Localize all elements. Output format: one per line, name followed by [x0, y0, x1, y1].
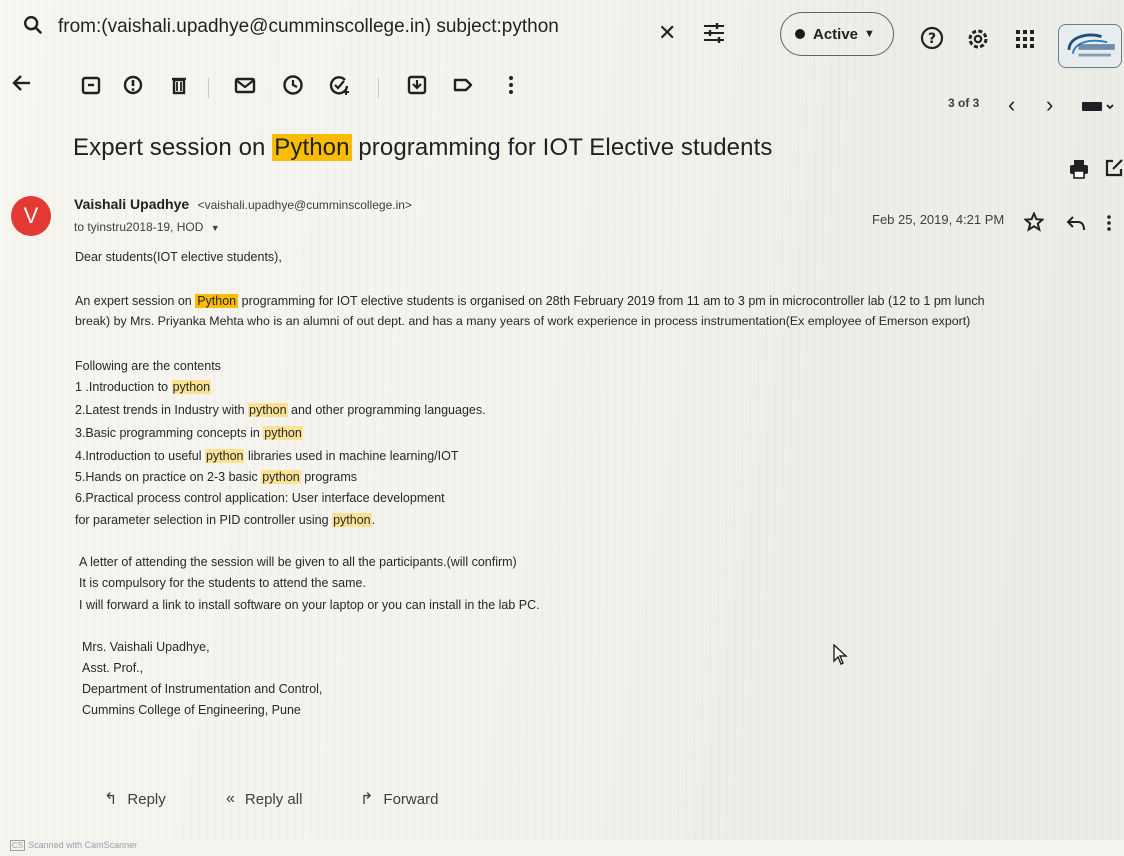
email-paragraph: An expert session on Python programming … [75, 294, 985, 308]
list-item: for parameter selection in PID controlle… [75, 513, 376, 527]
open-in-new-window-icon[interactable] [1104, 158, 1124, 178]
email-date: Feb 25, 2019, 4:21 PM [872, 212, 1005, 227]
body-text: programming for IOT elective students is… [238, 294, 985, 308]
search-options-icon[interactable] [702, 22, 726, 44]
print-icon[interactable] [1068, 158, 1090, 180]
search-input[interactable]: from:(vaishali.upadhye@cumminscollege.in… [58, 16, 559, 38]
sender-email: <vaishali.upadhye@cumminscollege.in> [197, 198, 412, 212]
email-paragraph-line2: break) by Mrs. Priyanka Mehta who is an … [75, 314, 971, 328]
archive-icon[interactable] [78, 72, 104, 98]
body-text: An expert session on [75, 294, 196, 308]
mark-unread-icon[interactable] [232, 72, 258, 98]
message-counter: 3 of 3 [948, 96, 980, 110]
signature-line: Asst. Prof., [82, 661, 144, 675]
chevron-right-icon[interactable]: › [1046, 92, 1053, 118]
search-highlight: python [171, 380, 212, 394]
caret-down-icon: ▼ [210, 223, 220, 233]
label-icon[interactable] [450, 72, 476, 98]
signature-line: Mrs. Vaishali Upadhye, [82, 640, 210, 654]
move-to-icon[interactable] [404, 72, 430, 98]
search-highlight: python [261, 470, 301, 484]
reply-icon: ↰ [104, 791, 118, 808]
body-note: I will forward a link to install softwar… [79, 598, 540, 612]
reply-icon[interactable] [1066, 214, 1086, 232]
reply-button[interactable]: ↰ Reply [104, 782, 166, 816]
clear-search-icon[interactable]: ✕ [658, 22, 676, 44]
reply-label: Reply [127, 790, 166, 808]
signature-line: Cummins College of Engineering, Pune [82, 703, 301, 717]
search-highlight: python [204, 449, 245, 463]
add-task-icon[interactable] [326, 72, 352, 98]
forward-label: Forward [383, 790, 439, 808]
forward-icon: ↱ [360, 791, 374, 808]
list-item: 4.Introduction to useful python librarie… [75, 449, 459, 463]
reply-all-icon: « [226, 790, 235, 807]
chevron-left-icon[interactable]: ‹ [1008, 92, 1015, 118]
toolbar-divider [378, 78, 379, 98]
search-highlight: python [248, 403, 288, 417]
status-dot-icon [795, 29, 805, 39]
status-dropdown[interactable]: Active ▼ [780, 12, 894, 56]
list-item: 2.Latest trends in Industry with python … [75, 403, 486, 417]
sender-avatar[interactable]: V [11, 196, 51, 236]
search-highlight: python [263, 426, 303, 440]
apps-grid-icon[interactable] [1014, 28, 1036, 50]
list-item: 5.Hands on practice on 2-3 basic python … [75, 470, 358, 484]
forward-button[interactable]: ↱ Forward [360, 782, 438, 816]
watermark-text: Scanned with CamScanner [28, 840, 138, 850]
toolbar-divider [208, 78, 209, 98]
help-icon[interactable]: ? [920, 26, 944, 50]
list-item: 3.Basic programming concepts in python [75, 426, 303, 440]
star-icon[interactable] [1024, 212, 1044, 232]
search-icon[interactable] [22, 14, 44, 36]
email-subject: Expert session on Python programming for… [73, 134, 772, 162]
gmail-page: from:(vaishali.upadhye@cumminscollege.in… [0, 0, 1124, 840]
sender-info: Vaishali Upadhye <vaishali.upadhye@cummi… [74, 196, 412, 214]
search-highlight: Python [195, 294, 239, 308]
status-label: Active [813, 25, 859, 43]
organization-logo[interactable] [1058, 24, 1122, 68]
subject-text: Expert session on [73, 134, 273, 161]
reply-all-button[interactable]: « Reply all [226, 782, 302, 816]
report-spam-icon[interactable] [120, 72, 146, 98]
watermark-badge: CS [10, 840, 26, 851]
contents-heading: Following are the contents [75, 359, 221, 373]
search-highlight: python [332, 513, 372, 527]
search-bar[interactable]: from:(vaishali.upadhye@cumminscollege.in… [0, 6, 1124, 56]
more-options-icon[interactable] [498, 72, 524, 98]
recipients-text: to tyinstru2018-19, HOD [74, 220, 204, 234]
recipients-dropdown[interactable]: to tyinstru2018-19, HOD ▼ [74, 220, 220, 234]
settings-gear-icon[interactable] [966, 27, 990, 51]
signature-line: Department of Instrumentation and Contro… [82, 682, 323, 696]
email-greeting: Dear students(IOT elective students), [75, 250, 282, 264]
reply-all-label: Reply all [244, 790, 303, 808]
sender-name[interactable]: Vaishali Upadhye [74, 196, 189, 212]
body-note: It is compulsory for the students to att… [79, 576, 366, 590]
more-vertical-icon[interactable] [1106, 214, 1112, 232]
subject-text: programming for IOT Elective students [351, 134, 773, 161]
delete-icon[interactable] [166, 72, 192, 98]
list-item: 1 .Introduction to python [75, 380, 212, 394]
mouse-pointer-icon [833, 644, 848, 665]
input-tools-icon[interactable] [1080, 98, 1116, 114]
caret-down-icon: ▼ [864, 28, 875, 40]
scanner-watermark: CS Scanned with CamScanner [10, 840, 137, 851]
list-item: 6.Practical process control application:… [75, 491, 445, 505]
back-arrow-icon[interactable] [12, 72, 32, 94]
svg-text:?: ? [928, 31, 936, 47]
snooze-clock-icon[interactable] [280, 72, 306, 98]
search-highlight: Python [272, 134, 352, 161]
body-note: A letter of attending the session will b… [79, 555, 517, 569]
